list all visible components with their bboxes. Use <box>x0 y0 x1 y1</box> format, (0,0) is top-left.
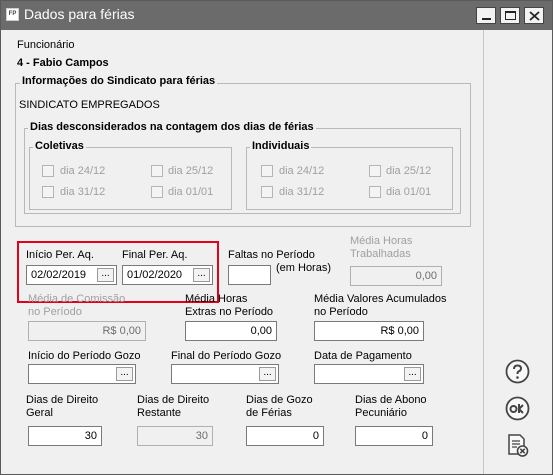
individuais-title: Individuais <box>250 140 312 152</box>
inicio-per-aq-value: 02/02/2019 <box>31 269 87 281</box>
close-icon <box>529 11 540 21</box>
faltas-unit-label: (em Horas) <box>276 262 332 274</box>
individuais-2412-label: dia 24/12 <box>279 165 325 177</box>
extras-field[interactable]: 0,00 <box>185 321 277 341</box>
coletivas-3112-checkbox[interactable] <box>42 186 54 198</box>
coletivas-2512-checkbox[interactable] <box>151 165 163 177</box>
close-button[interactable] <box>524 7 544 24</box>
extras-label-2: Extras no Período <box>185 306 274 318</box>
cancel-document-icon[interactable] <box>505 433 530 458</box>
union-name: SINDICATO EMPREGADOS <box>19 99 160 111</box>
final-per-aq-lookup-button[interactable]: ... <box>193 268 210 282</box>
dialog-window: FP Dados para férias Funcionário 4 - Fab… <box>0 0 553 475</box>
action-panel <box>483 30 552 474</box>
gozo-ferias-label-1: Dias de Gozo <box>246 394 313 406</box>
help-icon[interactable] <box>505 359 530 384</box>
valores-label-1: Média Valores Acumulados <box>314 293 447 305</box>
employee-label: Funcionário <box>17 39 75 51</box>
coletivas-2512-label: dia 25/12 <box>168 165 214 177</box>
abono-label-1: Dias de Abono <box>355 394 427 406</box>
title-bar: FP Dados para férias <box>1 1 552 30</box>
coletivas-2412-checkbox[interactable] <box>42 165 54 177</box>
valores-label-2: no Período <box>314 306 368 318</box>
final-per-aq-field[interactable]: 01/02/2020 ... <box>122 265 213 285</box>
direito-geral-label-1: Dias de Direito <box>26 394 99 406</box>
individuais-2512-checkbox[interactable] <box>369 165 381 177</box>
direito-restante-label-1: Dias de Direito <box>137 394 210 406</box>
days-group-title: Dias desconsiderados na contagem dos dia… <box>28 121 316 133</box>
inicio-gozo-lookup-button[interactable]: ... <box>116 367 133 381</box>
direito-restante-field[interactable]: 30 <box>137 426 213 446</box>
final-per-aq-value: 01/02/2020 <box>127 269 183 281</box>
comissao-label-1: Média de Comissão <box>28 293 126 305</box>
inicio-per-aq-label: Início Per. Aq. <box>26 249 94 261</box>
coletivas-0101-checkbox[interactable] <box>151 186 163 198</box>
pagamento-field[interactable]: ... <box>314 364 424 384</box>
abono-field[interactable]: 0 <box>355 426 433 446</box>
pagamento-lookup-button[interactable]: ... <box>404 367 421 381</box>
comissao-label-2: no Período <box>28 306 82 318</box>
coletivas-group <box>29 147 232 210</box>
individuais-3112-checkbox[interactable] <box>261 186 273 198</box>
pagamento-label: Data de Pagamento <box>314 350 412 362</box>
media-horas-field[interactable]: 0,00 <box>350 266 442 286</box>
inicio-per-aq-lookup-button[interactable]: ... <box>97 268 114 282</box>
final-per-aq-label: Final Per. Aq. <box>122 249 188 261</box>
coletivas-3112-label: dia 31/12 <box>60 186 106 198</box>
comissao-field[interactable]: R$ 0,00 <box>28 321 146 341</box>
direito-geral-label-2: Geral <box>26 407 53 419</box>
employee-value: 4 - Fabio Campos <box>17 57 109 69</box>
media-horas-label-1: Média Horas <box>350 235 413 247</box>
inicio-gozo-field[interactable]: ... <box>28 364 136 384</box>
form-area: Funcionário 4 - Fabio Campos Informações… <box>2 30 483 474</box>
maximize-button[interactable] <box>500 7 520 24</box>
maximize-icon <box>505 11 516 20</box>
extras-label-1: Média Horas <box>185 293 248 305</box>
gozo-ferias-field[interactable]: 0 <box>246 426 324 446</box>
final-gozo-lookup-button[interactable]: ... <box>259 367 276 381</box>
gozo-ferias-label-2: de Férias <box>246 407 292 419</box>
app-icon: FP <box>6 8 19 21</box>
abono-label-2: Pecuniário <box>355 407 407 419</box>
coletivas-0101-label: dia 01/01 <box>168 186 214 198</box>
inicio-per-aq-field[interactable]: 02/02/2019 ... <box>26 265 117 285</box>
window-title: Dados para férias <box>24 6 135 22</box>
minimize-button[interactable] <box>476 7 496 24</box>
ok-icon[interactable] <box>505 396 530 421</box>
faltas-label: Faltas no Período <box>228 249 315 261</box>
individuais-2512-label: dia 25/12 <box>386 165 432 177</box>
individuais-3112-label: dia 31/12 <box>279 186 325 198</box>
media-horas-label-2: Trabalhadas <box>350 248 411 260</box>
valores-field[interactable]: R$ 0,00 <box>314 321 424 341</box>
direito-geral-field[interactable]: 30 <box>28 426 102 446</box>
coletivas-2412-label: dia 24/12 <box>60 165 106 177</box>
final-gozo-label: Final do Período Gozo <box>171 350 282 362</box>
individuais-0101-checkbox[interactable] <box>369 186 381 198</box>
individuais-group <box>246 147 453 210</box>
individuais-0101-label: dia 01/01 <box>386 186 432 198</box>
final-gozo-field[interactable]: ... <box>171 364 279 384</box>
inicio-gozo-label: Início do Período Gozo <box>28 350 141 362</box>
individuais-2412-checkbox[interactable] <box>261 165 273 177</box>
minimize-icon <box>482 18 491 20</box>
faltas-input[interactable] <box>228 265 271 285</box>
union-group-title: Informações do Sindicato para férias <box>20 75 218 87</box>
direito-restante-label-2: Restante <box>137 407 182 419</box>
coletivas-title: Coletivas <box>33 140 86 152</box>
